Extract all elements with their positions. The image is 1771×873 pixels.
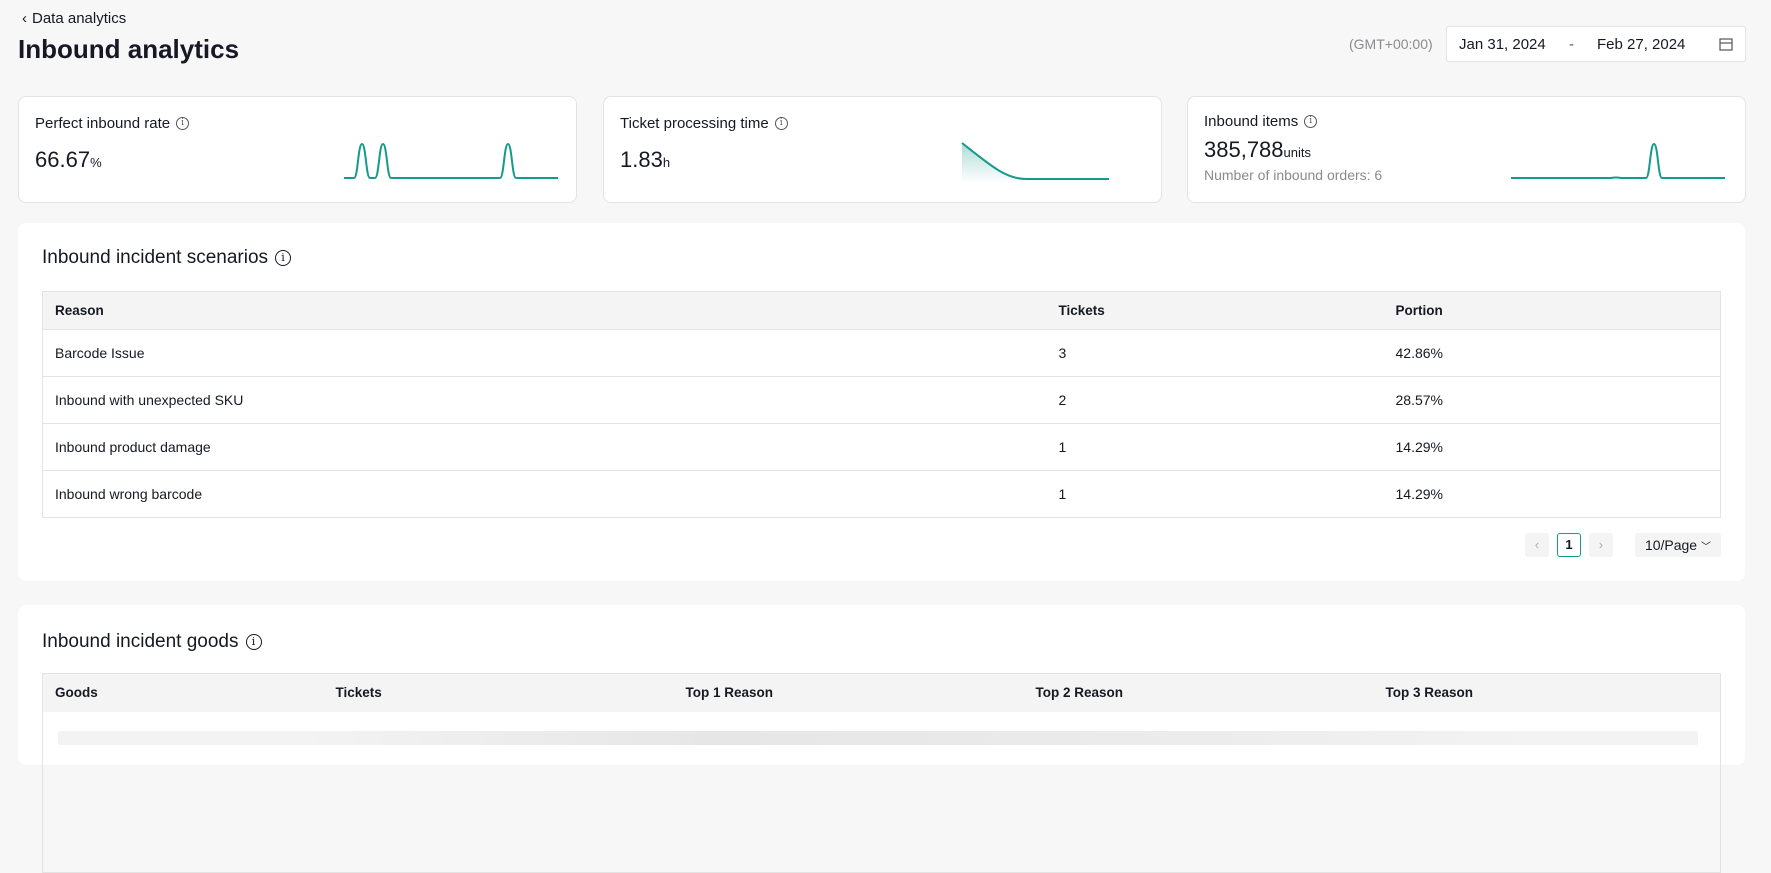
metric-label: Inbound items [1204, 113, 1299, 130]
value-unit: h [662, 155, 671, 170]
sparkline [1511, 142, 1725, 179]
page-size-value: 10/Page [1644, 537, 1698, 553]
table-cell: 1 [1046, 423, 1384, 471]
metric-label: Perfect inbound rate [35, 115, 171, 132]
back-label: Data analytics [32, 10, 127, 27]
metric-label: Ticket processing time [620, 115, 769, 132]
table-cell: 1 [1046, 470, 1384, 518]
prev-page-button[interactable]: ‹ [1524, 533, 1549, 557]
metric-card-inbound-items: Inbound items i 385,788units Number of in… [1187, 96, 1746, 203]
column-header[interactable]: Top 1 Reason [673, 673, 1024, 712]
info-icon[interactable]: i [176, 117, 190, 130]
page-title: Inbound analytics [18, 34, 240, 64]
incident-scenarios-panel: Inbound incident scenarios i Reason Ticke… [18, 223, 1745, 581]
goods-table: Goods Tickets Top 1 Reason Top 2 Reason … [42, 673, 1721, 873]
page-size-select[interactable]: 10/Page ﹀ [1634, 533, 1721, 557]
table-row: Inbound with unexpected SKU 2 28.57% [42, 376, 1721, 424]
metric-card-perfect-inbound-rate: Perfect inbound rate i 66.67% [18, 96, 577, 203]
info-icon[interactable]: i [245, 634, 262, 650]
incident-goods-panel: Inbound incident goods i Goods Tickets To… [18, 605, 1745, 873]
chevron-down-icon: ﹀ [1701, 542, 1711, 553]
date-start[interactable]: Jan 31, 2024 [1459, 36, 1569, 53]
table-cell: 28.57% [1383, 376, 1721, 424]
column-header[interactable]: Top 3 Reason [1373, 673, 1721, 712]
sparkline [344, 142, 558, 179]
metric-value: 66.67% [35, 147, 102, 173]
value-number: 66.67 [35, 147, 91, 172]
table-row: Barcode Issue 3 42.86% [42, 329, 1721, 377]
value-unit: % [90, 155, 102, 170]
value-unit: units [1283, 145, 1311, 160]
table-cell: Inbound wrong barcode [42, 470, 1047, 518]
metric-card-ticket-processing-time: Ticket processing time i 1.83h [603, 96, 1162, 203]
table-cell: 14.29% [1383, 423, 1721, 471]
column-header[interactable]: Goods [42, 673, 324, 712]
date-separator: - [1569, 35, 1574, 53]
metric-value: 1.83h [620, 147, 670, 173]
table-cell: 42.86% [1383, 329, 1721, 377]
calendar-icon [1719, 38, 1733, 51]
timezone-label: (GMT+00:00) [1349, 36, 1433, 52]
column-header[interactable]: Tickets [323, 673, 674, 712]
date-end[interactable]: Feb 27, 2024 [1597, 36, 1719, 53]
table-row: Inbound product damage 1 14.29% [42, 423, 1721, 471]
scenarios-table: Reason Tickets Portion Barcode Issue 3 42.… [42, 291, 1721, 518]
info-icon[interactable]: i [1304, 115, 1318, 128]
table-cell: Barcode Issue [42, 329, 1047, 377]
info-icon[interactable]: i [275, 250, 292, 266]
back-link[interactable]: ‹ Data analytics [22, 10, 126, 27]
section-title: Inbound incident scenarios [42, 247, 269, 268]
section-title: Inbound incident goods [42, 631, 239, 652]
date-range-picker[interactable]: Jan 31, 2024 - Feb 27, 2024 [1446, 26, 1746, 62]
table-cell: 3 [1046, 329, 1384, 377]
chevron-left-icon: ‹ [22, 10, 27, 27]
table-cell: 2 [1046, 376, 1384, 424]
value-number: 385,788 [1204, 137, 1284, 162]
table-cell: 14.29% [1383, 470, 1721, 518]
table-cell: Inbound with unexpected SKU [42, 376, 1047, 424]
info-icon[interactable]: i [774, 117, 788, 130]
column-header[interactable]: Portion [1383, 291, 1721, 330]
loading-skeleton [58, 731, 1698, 745]
column-header[interactable]: Tickets [1046, 291, 1384, 330]
metric-value: 385,788units [1204, 137, 1311, 163]
table-cell: Inbound product damage [42, 423, 1047, 471]
next-page-button[interactable]: › [1588, 533, 1613, 557]
column-header[interactable]: Top 2 Reason [1023, 673, 1374, 712]
sparkline [961, 142, 1109, 183]
inbound-orders-count: Number of inbound orders: 6 [1204, 167, 1383, 183]
column-header[interactable]: Reason [42, 291, 1047, 330]
page-1-button[interactable]: 1 [1556, 533, 1581, 557]
value-number: 1.83 [620, 147, 663, 172]
table-row: Inbound wrong barcode 1 14.29% [42, 470, 1721, 518]
pagination: ‹ 1 › 10/Page ﹀ [1524, 533, 1721, 557]
